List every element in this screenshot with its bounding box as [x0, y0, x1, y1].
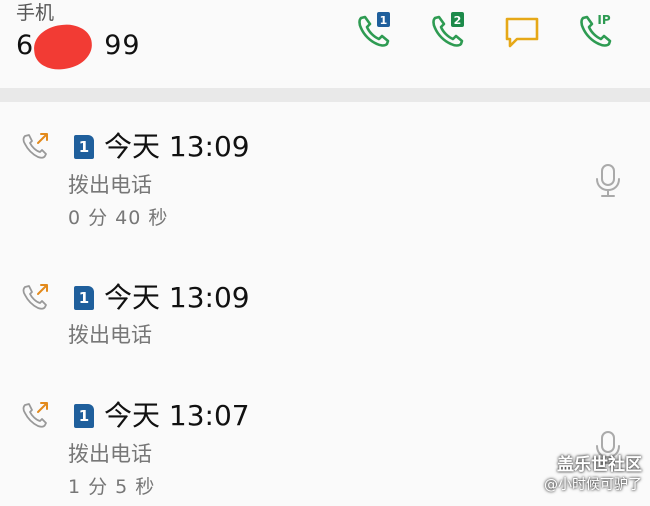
call-record[interactable]: 1 今天 13:09 拨出电话: [0, 265, 650, 365]
ip-call-button[interactable]: IP: [574, 10, 618, 54]
record-duration: 1 分 5 秒: [68, 476, 156, 498]
microphone-icon[interactable]: [592, 162, 624, 198]
contact-header: 手机 6 99 1 2 IP: [0, 0, 650, 88]
record-time: 今天 13:09: [104, 281, 250, 314]
record-type: 拨出电话: [68, 442, 152, 466]
phone-icon: 2: [432, 12, 464, 47]
record-time: 今天 13:09: [104, 130, 250, 163]
outgoing-call-icon: [22, 284, 48, 310]
watermark-title: 盖乐世社区: [557, 455, 642, 475]
record-time: 今天 13:07: [104, 399, 250, 432]
ip-badge-text: IP: [597, 13, 610, 27]
record-type: 拨出电话: [68, 173, 152, 197]
action-bar: 1 2 IP: [0, 10, 650, 54]
call-sim1-button[interactable]: 1: [352, 10, 396, 54]
call-record[interactable]: 1 今天 13:09 拨出电话 0 分 40 秒: [0, 102, 650, 242]
sim1-badge-text: 1: [380, 14, 388, 27]
sim-badge: 1: [74, 135, 94, 159]
sim-badge: 1: [74, 286, 94, 310]
watermark-author: @小时候可驴了: [544, 477, 642, 493]
record-duration: 0 分 40 秒: [68, 207, 169, 229]
outgoing-call-icon: [22, 402, 48, 428]
message-icon: [505, 17, 539, 48]
sim-badge: 1: [74, 404, 94, 428]
call-sim2-button[interactable]: 2: [426, 10, 470, 54]
record-type: 拨出电话: [68, 323, 152, 347]
phone-icon: 1: [358, 12, 390, 47]
outgoing-call-icon: [22, 133, 48, 159]
sim2-badge-text: 2: [454, 14, 462, 27]
watermark: 盖乐世社区 @小时候可驴了: [544, 455, 642, 495]
phone-icon: IP: [580, 13, 612, 47]
message-button[interactable]: [500, 10, 544, 54]
section-divider: [0, 88, 650, 102]
